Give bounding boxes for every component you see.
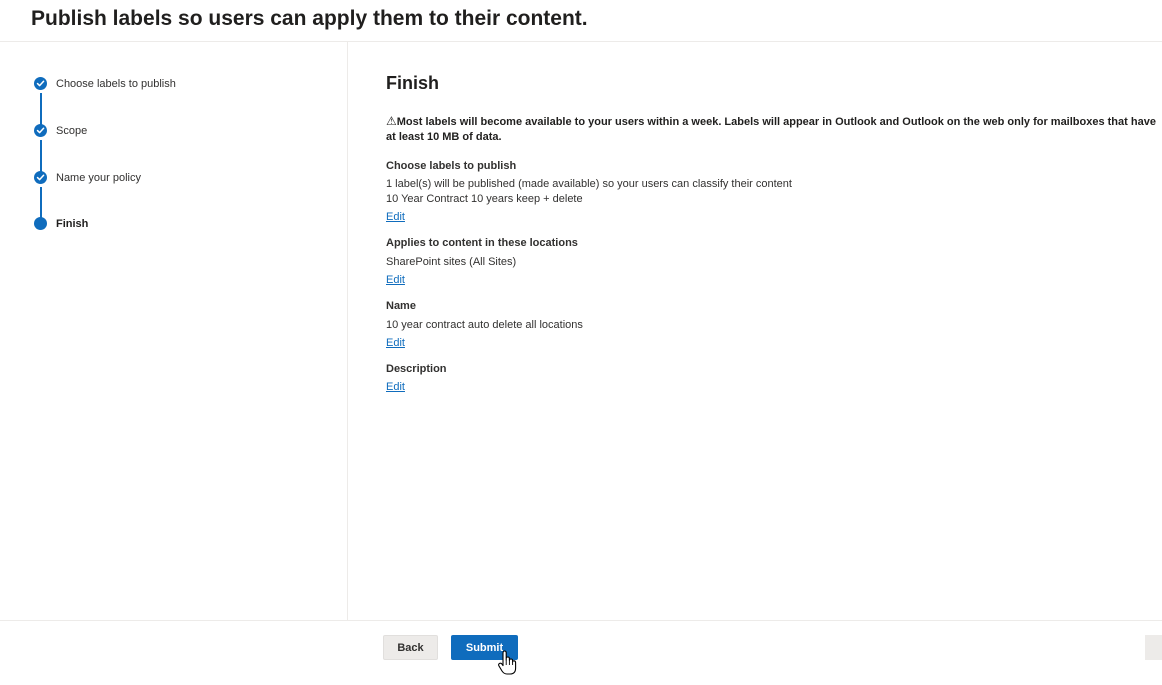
step-label: Choose labels to publish [56,78,176,90]
edit-locations-link[interactable]: Edit [386,274,405,286]
edit-labels-link[interactable]: Edit [386,211,405,223]
page-header: Publish labels so users can apply them t… [0,0,1162,42]
secondary-button-edge[interactable] [1145,635,1162,660]
dot-icon [34,217,47,230]
back-button[interactable]: Back [383,635,438,660]
section-title: Finish [386,73,439,93]
step-connector [40,187,42,219]
name-value: 10 year contract auto delete all locatio… [386,319,583,331]
locations-value: SharePoint sites (All Sites) [386,256,517,268]
step-connector [40,93,42,125]
warning-text: Most labels will become available to you… [386,116,1156,143]
warning-message: ⚠Most labels will become available to yo… [386,114,1162,145]
warning-icon: ⚠ [386,114,397,128]
edit-name-link[interactable]: Edit [386,337,405,349]
step-label: Finish [56,218,89,230]
description-heading: Description [386,363,447,375]
page-title: Publish labels so users can apply them t… [31,7,588,30]
step-label: Scope [56,125,88,137]
check-icon [34,171,47,184]
check-icon [34,77,47,90]
hand-pointer-cursor-icon [498,650,517,675]
name-heading: Name [386,300,416,312]
labels-list: 10 Year Contract 10 years keep + delete [386,193,583,205]
labels-heading: Choose labels to publish [386,160,517,172]
edit-description-link[interactable]: Edit [386,381,405,393]
labels-summary: 1 label(s) will be published (made avail… [386,178,792,190]
check-icon [34,124,47,137]
locations-heading: Applies to content in these locations [386,237,578,249]
step-connector [40,140,42,172]
footer-bar: Back Submit [0,620,1162,685]
main-content: Finish ⚠Most labels will become availabl… [349,42,1162,620]
wizard-steps: Choose labels to publish Scope Name your… [0,42,348,620]
step-label: Name your policy [56,172,141,184]
